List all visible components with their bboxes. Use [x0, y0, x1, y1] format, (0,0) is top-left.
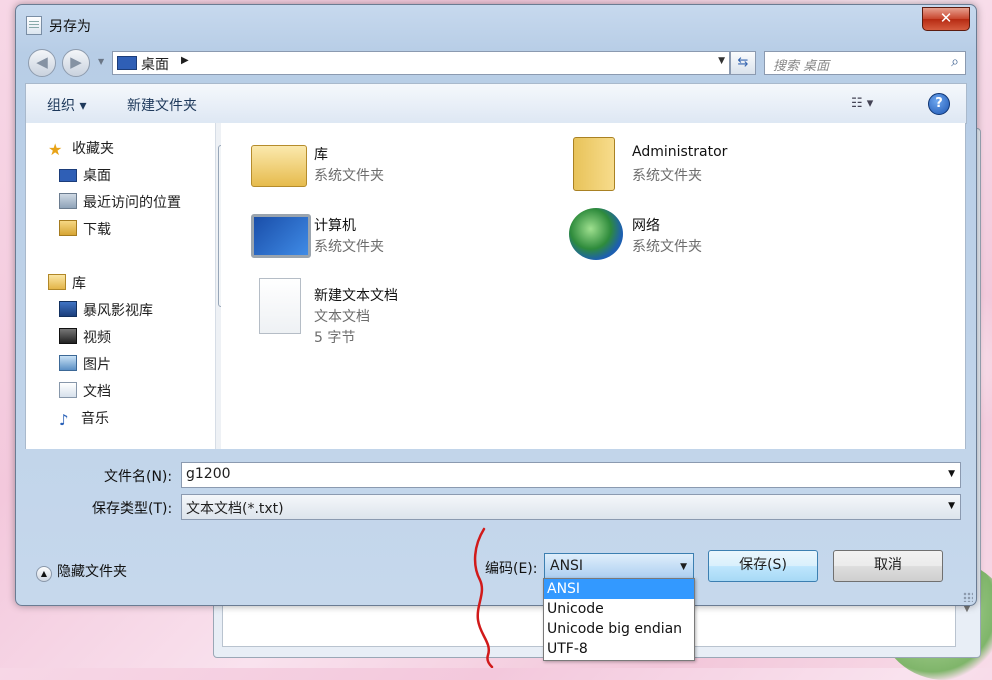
encoding-options-list: ANSI Unicode Unicode big endian UTF-8: [543, 578, 695, 661]
item-name: 网络: [632, 218, 660, 234]
item-type: 系统文件夹: [314, 239, 384, 255]
recent-places-icon: [59, 193, 77, 209]
filename-dropdown-icon[interactable]: ▼: [948, 469, 955, 479]
help-icon[interactable]: ?: [928, 93, 950, 115]
user-folder-icon: [573, 137, 615, 191]
sidebar-item-music[interactable]: ♪ 音乐: [59, 409, 109, 429]
filename-value[interactable]: g1200: [186, 466, 231, 482]
item-type: 文本文档: [314, 309, 370, 325]
list-item[interactable]: 网络 系统文件夹: [569, 208, 829, 264]
music-note-icon: ♪: [59, 411, 69, 429]
encoding-label: 编码(E):: [485, 561, 538, 577]
sidebar-item-pictures[interactable]: 图片: [59, 355, 111, 375]
text-document-icon: [259, 278, 301, 334]
refresh-button[interactable]: ⇆: [730, 51, 756, 75]
item-type: 系统文件夹: [632, 239, 702, 255]
star-icon: ★: [48, 140, 63, 159]
navigation-pane: ★ 收藏夹 桌面 最近访问的位置 下载 库 暴风影视库 视频 图片 文档 ♪ 音乐: [25, 123, 217, 449]
item-name: 计算机: [314, 218, 356, 234]
filename-label: 文件名(N):: [104, 469, 173, 485]
video-icon: [59, 328, 77, 344]
search-icon[interactable]: ⌕: [951, 54, 959, 70]
filetype-value: 文本文档(*.txt): [186, 501, 284, 517]
sidebar-item-baofeng[interactable]: 暴风影视库: [59, 301, 153, 321]
item-name: Administrator: [632, 144, 728, 160]
notepad-scrollbar[interactable]: ▼: [960, 603, 974, 647]
address-dropdown-icon[interactable]: ▼: [718, 56, 725, 66]
recent-locations-dropdown[interactable]: ▼: [98, 57, 104, 66]
encoding-option-utf8[interactable]: UTF-8: [544, 639, 694, 659]
breadcrumb-arrow-icon[interactable]: ▶: [181, 55, 189, 66]
notepad-icon: [26, 16, 42, 35]
resize-grip[interactable]: [963, 592, 973, 602]
item-size: 5 字节: [314, 330, 356, 346]
sidebar-item-favorites[interactable]: ★ 收藏夹: [48, 139, 114, 159]
list-item[interactable]: Administrator 系统文件夹: [569, 137, 829, 193]
media-library-icon: [59, 301, 77, 317]
encoding-option-ansi[interactable]: ANSI: [544, 579, 694, 599]
search-box[interactable]: 搜索 桌面 ⌕: [764, 51, 966, 75]
breadcrumb-desktop[interactable]: 桌面: [141, 54, 169, 74]
list-item[interactable]: 新建文本文档 文本文档 5 字节: [251, 278, 511, 348]
window-title: 另存为: [49, 19, 91, 35]
sidebar-item-downloads[interactable]: 下载: [59, 220, 111, 240]
filetype-label: 保存类型(T):: [92, 501, 173, 517]
toolbar: 组织 ▾ 新建文件夹 ☷ ▾ ?: [25, 83, 967, 124]
item-type: 系统文件夹: [632, 168, 702, 184]
sidebar-item-desktop[interactable]: 桌面: [59, 166, 111, 186]
library-folder-icon: [251, 145, 307, 187]
item-name: 库: [314, 147, 328, 163]
filetype-select[interactable]: 文本文档(*.txt) ▼: [181, 494, 961, 520]
desktop-icon: [117, 56, 137, 70]
view-options-button[interactable]: ☷ ▾: [851, 96, 873, 111]
file-list-pane: 库 系统文件夹 Administrator 系统文件夹 计算机 系统文件夹 网络…: [221, 123, 966, 449]
encoding-value: ANSI: [550, 558, 584, 574]
list-item[interactable]: 库 系统文件夹: [251, 137, 511, 193]
library-icon: [48, 274, 66, 290]
sidebar-item-libraries[interactable]: 库: [48, 274, 86, 294]
computer-icon: [251, 214, 311, 258]
encoding-dropdown-icon[interactable]: ▼: [680, 562, 687, 572]
filetype-dropdown-icon[interactable]: ▼: [948, 501, 955, 511]
downloads-folder-icon: [59, 220, 77, 236]
sidebar-item-videos[interactable]: 视频: [59, 328, 111, 348]
address-bar[interactable]: 桌面 ▶ ▼: [112, 51, 730, 75]
network-globe-icon: [569, 208, 623, 260]
filename-field[interactable]: g1200 ▼: [181, 462, 961, 488]
hide-folders-toggle[interactable]: ▲ 隐藏文件夹: [36, 561, 127, 582]
chevron-up-icon: ▲: [36, 566, 52, 582]
desktop-icon: [59, 169, 77, 182]
item-type: 系统文件夹: [314, 168, 384, 184]
item-name: 新建文本文档: [314, 288, 398, 304]
close-button[interactable]: ✕: [922, 7, 970, 31]
sidebar-item-recent[interactable]: 最近访问的位置: [59, 193, 181, 213]
documents-icon: [59, 382, 77, 398]
sidebar-item-documents[interactable]: 文档: [59, 382, 111, 402]
forward-button[interactable]: ▶: [62, 49, 90, 77]
save-button[interactable]: 保存(S): [708, 550, 818, 582]
list-item[interactable]: 计算机 系统文件夹: [251, 208, 511, 264]
encoding-option-unicode-big-endian[interactable]: Unicode big endian: [544, 619, 694, 639]
save-as-dialog: 另存为 ✕ ◀ ▶ ▼ 桌面 ▶ ▼ ⇆ 搜索 桌面 ⌕ 组织 ▾ 新建文件夹 …: [15, 4, 977, 606]
encoding-select[interactable]: ANSI ▼: [544, 553, 694, 581]
title-bar[interactable]: 另存为 ✕: [16, 5, 976, 43]
cancel-button[interactable]: 取消: [833, 550, 943, 582]
pictures-icon: [59, 355, 77, 371]
organize-button[interactable]: 组织 ▾: [47, 95, 86, 115]
search-input[interactable]: 搜索 桌面: [773, 55, 829, 74]
encoding-option-unicode[interactable]: Unicode: [544, 599, 694, 619]
back-button[interactable]: ◀: [28, 49, 56, 77]
new-folder-button[interactable]: 新建文件夹: [127, 95, 197, 115]
